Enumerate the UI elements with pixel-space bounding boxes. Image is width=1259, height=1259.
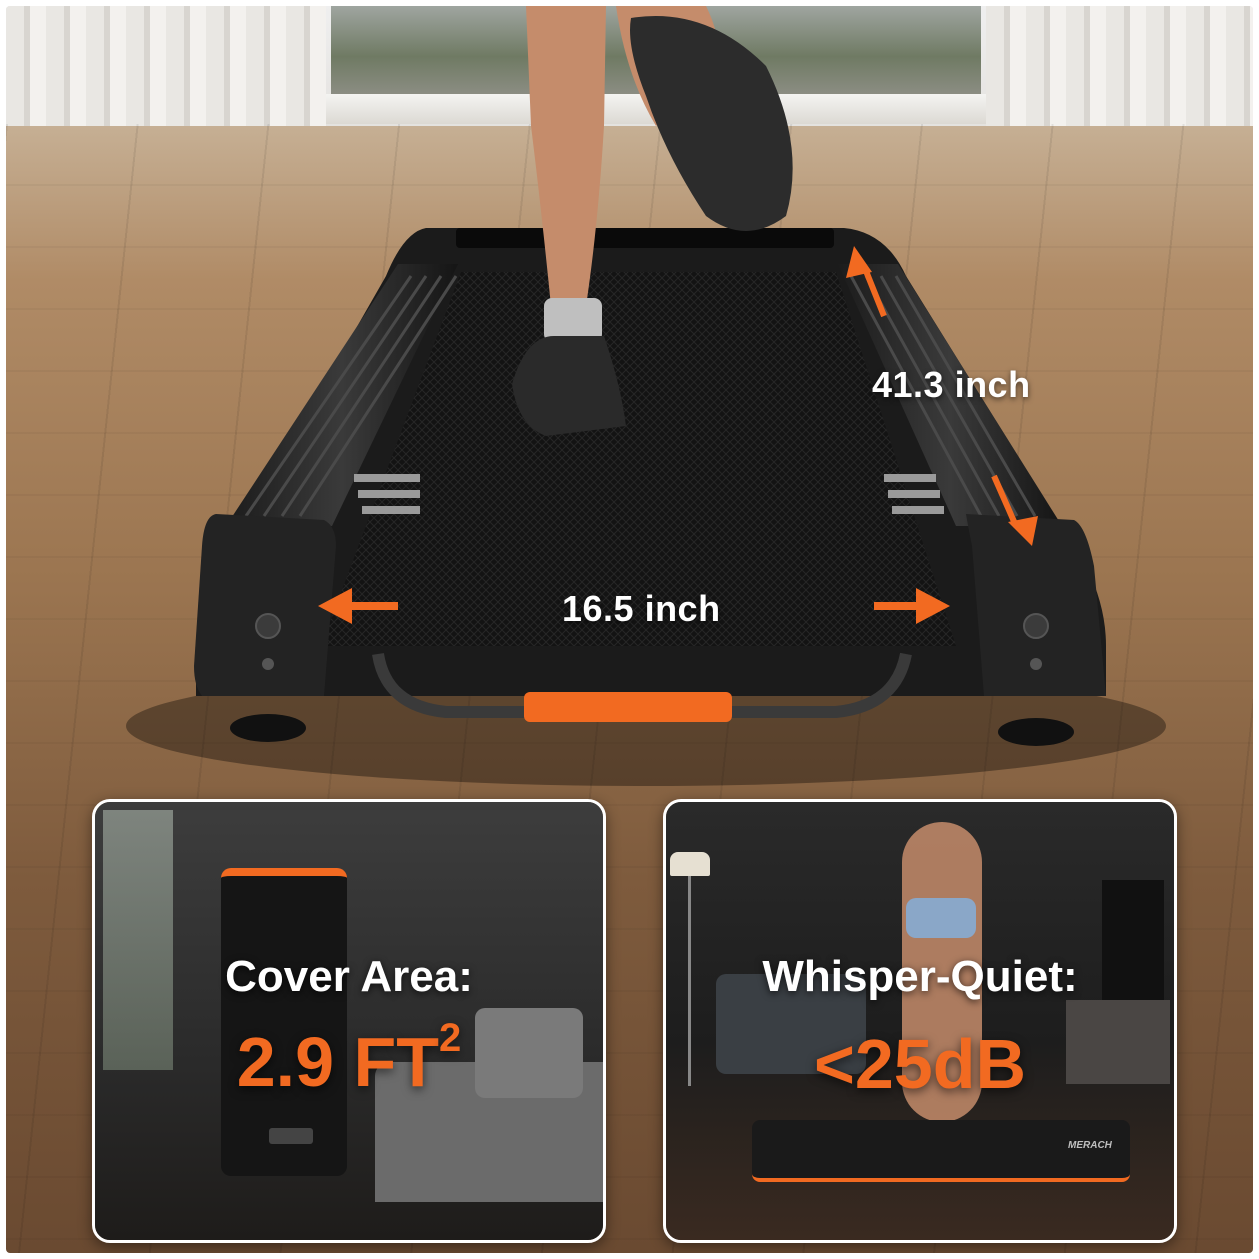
right-foot	[998, 718, 1074, 746]
runner-shoe-left	[512, 336, 626, 436]
width-dimension-label: 16.5 inch	[562, 588, 721, 629]
product-photo: 41.3 inch 16.5 inch Cover Area: 2.9 FT2 …	[6, 6, 1253, 1253]
cover-area-label: Cover Area:	[225, 952, 473, 1001]
left-small-bolt	[262, 658, 274, 670]
length-dimension-label: 41.3 inch	[872, 364, 1031, 405]
brand-logo: MERACH	[1068, 1140, 1112, 1151]
cover-area-value: 2.9 FT2	[236, 1016, 462, 1101]
right-roller-bolt	[1023, 613, 1049, 639]
cover-area-panel: Cover Area: 2.9 FT2	[92, 799, 606, 1243]
handle-grip	[524, 692, 732, 722]
whisper-quiet-label: Whisper-Quiet:	[762, 952, 1078, 1001]
runner-shoe-right	[630, 16, 793, 231]
folded-console	[269, 1128, 313, 1144]
right-small-bolt	[1030, 658, 1042, 670]
treadmill-in-use	[752, 1120, 1130, 1182]
left-foot	[230, 714, 306, 742]
sports-top	[906, 898, 976, 938]
left-roller-bolt	[255, 613, 281, 639]
floor-lamp	[670, 852, 710, 876]
console-display	[456, 228, 834, 248]
noise-level-value: <25dB	[813, 1025, 1027, 1103]
runner-sock	[544, 298, 602, 342]
whisper-quiet-panel: MERACH Whisper-Quiet: <25dB	[663, 799, 1177, 1243]
